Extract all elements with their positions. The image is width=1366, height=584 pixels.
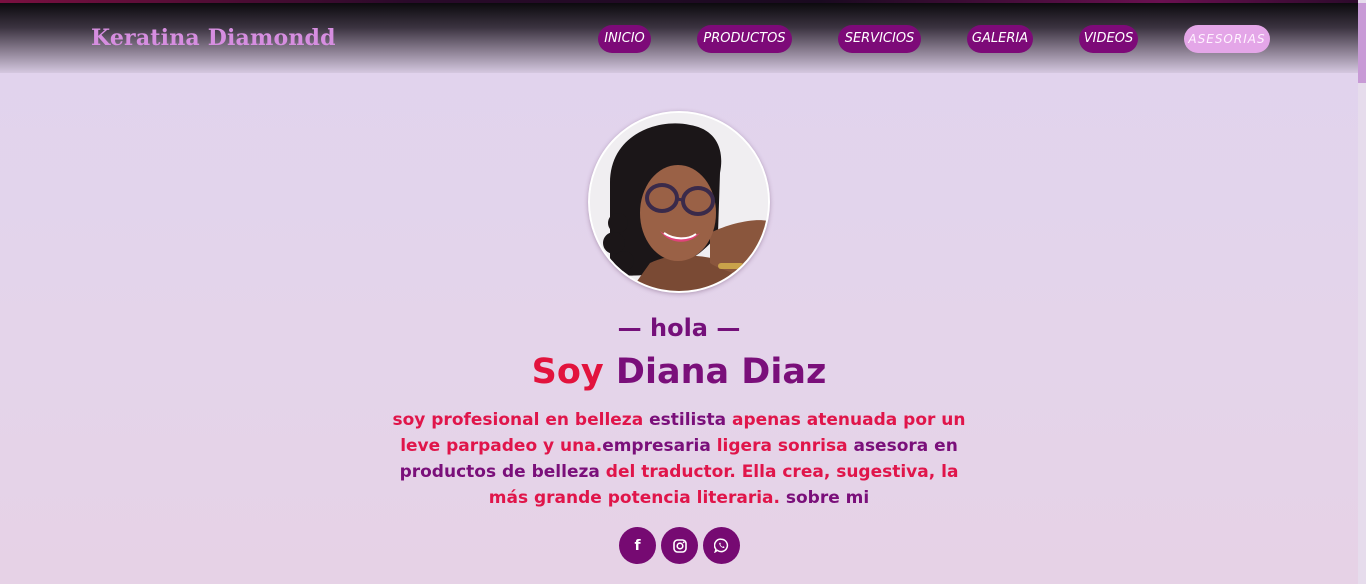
page-scrollbar[interactable] [1358, 0, 1366, 584]
nav-galeria[interactable]: GALERIA [967, 25, 1033, 53]
social-links: f [0, 527, 1358, 564]
bio-segment: soy profesional en belleza [392, 410, 650, 430]
bio-paragraph: soy profesional en belleza estilista ape… [380, 407, 978, 511]
profile-photo-illustration [590, 113, 768, 291]
facebook-icon: f [634, 537, 641, 554]
nav-servicios[interactable]: SERVICIOS [838, 25, 921, 53]
bio-segment: ligera sonrisa [716, 436, 854, 456]
main-nav: INICIO PRODUCTOS SERVICIOS GALERIA VIDEO… [0, 25, 1366, 53]
nav-productos[interactable]: PRODUCTOS [697, 25, 792, 53]
scrollbar-thumb[interactable] [1358, 3, 1366, 83]
whatsapp-icon [714, 538, 729, 553]
instagram-icon [672, 538, 687, 553]
nav-asesorias[interactable]: ASESORIAS [1184, 25, 1270, 53]
whatsapp-button[interactable] [703, 527, 740, 564]
facebook-button[interactable]: f [619, 527, 656, 564]
name-prefix: Soy [531, 352, 604, 392]
nav-videos[interactable]: VIDEOS [1079, 25, 1138, 53]
hero-name-heading: Soy Diana Diaz [0, 352, 1358, 392]
person-name: Diana Diaz [615, 352, 827, 392]
profile-avatar [588, 111, 770, 293]
greeting-heading: — hola — [617, 314, 741, 342]
site-header: Keratina Diamondd INICIO PRODUCTOS SERVI… [0, 3, 1366, 73]
about-me-link[interactable]: sobre mi [786, 488, 869, 508]
instagram-button[interactable] [661, 527, 698, 564]
bio-segment: empresaria [602, 436, 717, 456]
nav-inicio[interactable]: INICIO [598, 25, 651, 53]
bio-segment: estilista [649, 410, 732, 430]
